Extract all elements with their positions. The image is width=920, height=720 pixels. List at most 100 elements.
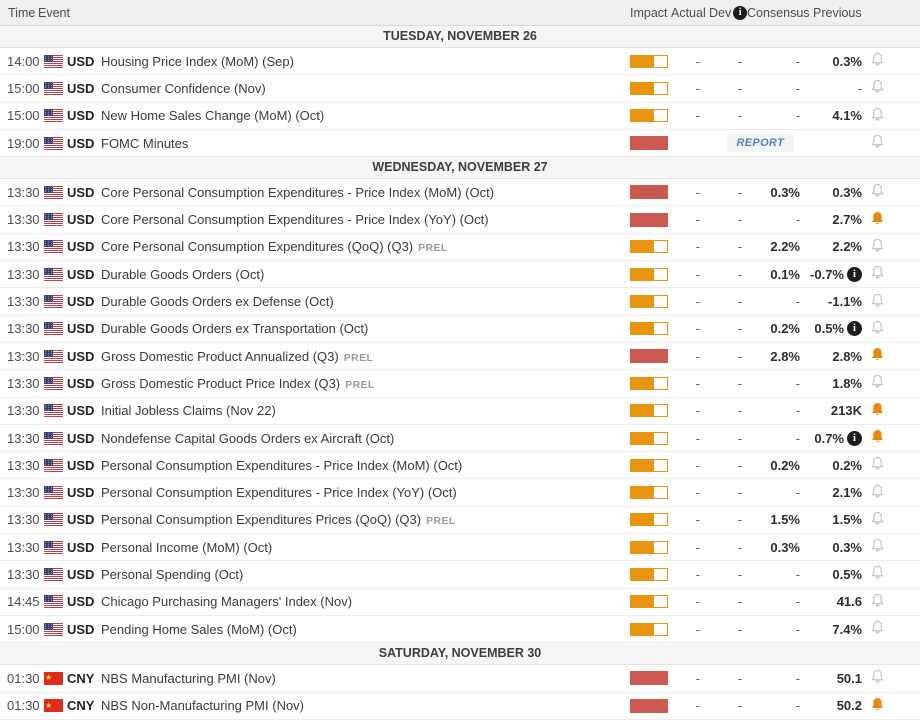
alert-bell-icon[interactable] [862, 696, 892, 716]
event-name[interactable]: Nondefense Capital Goods Orders ex Aircr… [101, 431, 630, 446]
event-row[interactable]: 01:30 CNY NBS Manufacturing PMI (Nov) - … [0, 665, 920, 692]
event-row[interactable]: 13:30 USD Core Personal Consumption Expe… [0, 234, 920, 261]
alert-bell-icon[interactable] [862, 619, 892, 639]
event-name[interactable]: Personal Consumption Expenditures - Pric… [101, 458, 630, 473]
event-name[interactable]: Initial Jobless Claims (Nov 22) [101, 403, 630, 418]
event-name[interactable]: Personal Consumption Expenditures - Pric… [101, 485, 630, 500]
date-header-label: WEDNESDAY, NOVEMBER 27 [372, 160, 547, 174]
event-row[interactable]: 13:30 USD Durable Goods Orders ex Transp… [0, 316, 920, 343]
previous-value-text: 2.2% [832, 239, 862, 254]
actual-value: - [676, 458, 700, 473]
event-name[interactable]: Gross Domestic Product Price Index (Q3)P… [101, 376, 630, 391]
event-row[interactable]: 14:45 USD Chicago Purchasing Managers' I… [0, 589, 920, 616]
alert-bell-icon[interactable] [862, 564, 892, 584]
impact-indicator [630, 55, 676, 68]
deviation-value: - [700, 622, 742, 637]
event-time: 13:30 [0, 431, 44, 446]
event-row[interactable]: 13:30 USD Personal Consumption Expenditu… [0, 507, 920, 534]
alert-bell-icon[interactable] [862, 510, 892, 530]
alert-bell-icon[interactable] [862, 592, 892, 612]
currency-flag-icon [44, 568, 67, 581]
event-name[interactable]: Durable Goods Orders (Oct) [101, 267, 630, 282]
event-row[interactable]: 13:30 USD Personal Spending (Oct) - - - … [0, 561, 920, 588]
actual-value: - [676, 185, 700, 200]
event-row[interactable]: 14:00 USD Housing Price Index (MoM) (Sep… [0, 48, 920, 75]
info-icon[interactable]: i [847, 321, 862, 336]
event-name[interactable]: Pending Home Sales (MoM) (Oct) [101, 622, 630, 637]
alert-bell-icon[interactable] [862, 264, 892, 284]
deviation-value: - [700, 458, 742, 473]
event-name[interactable]: Housing Price Index (MoM) (Sep) [101, 54, 630, 69]
event-time: 14:00 [0, 54, 44, 69]
actual-value: - [676, 212, 700, 227]
event-row[interactable]: 13:30 USD Personal Consumption Expenditu… [0, 479, 920, 506]
alert-bell-icon[interactable] [862, 78, 892, 98]
event-row[interactable]: 01:30 CNY NBS Non-Manufacturing PMI (Nov… [0, 693, 920, 720]
alert-bell-icon[interactable] [862, 668, 892, 688]
calendar-column-header: Time Event Impact Actual Dev i Consensus… [0, 0, 920, 26]
event-row[interactable]: 13:30 USD Durable Goods Orders (Oct) - -… [0, 261, 920, 288]
impact-indicator [630, 432, 676, 445]
event-time: 13:30 [0, 294, 44, 309]
event-row[interactable]: 15:00 USD Pending Home Sales (MoM) (Oct)… [0, 616, 920, 643]
previous-value: 0.3% i [800, 54, 862, 69]
alert-bell-icon[interactable] [862, 455, 892, 475]
currency-code: USD [67, 485, 101, 500]
event-row[interactable]: 15:00 USD New Home Sales Change (MoM) (O… [0, 103, 920, 130]
alert-bell-icon[interactable] [862, 292, 892, 312]
column-header-consensus: Consensus [747, 6, 810, 20]
alert-bell-icon[interactable] [862, 210, 892, 230]
alert-bell-icon[interactable] [862, 51, 892, 71]
alert-bell-icon[interactable] [862, 106, 892, 126]
prel-tag: PREL [344, 352, 374, 364]
event-row[interactable]: 13:30 USD Core Personal Consumption Expe… [0, 206, 920, 233]
event-name[interactable]: FOMC Minutes [101, 136, 630, 151]
event-row[interactable]: 13:30 USD Personal Income (MoM) (Oct) - … [0, 534, 920, 561]
event-row[interactable]: 13:30 USD Core Personal Consumption Expe… [0, 179, 920, 206]
alert-bell-icon[interactable] [862, 483, 892, 503]
event-row[interactable]: 13:30 USD Nondefense Capital Goods Order… [0, 425, 920, 452]
event-row[interactable]: 13:30 USD Initial Jobless Claims (Nov 22… [0, 398, 920, 425]
event-row[interactable]: 13:30 USD Gross Domestic Product Annuali… [0, 343, 920, 370]
info-icon[interactable]: i [847, 267, 862, 282]
event-row[interactable]: 15:00 USD Consumer Confidence (Nov) - - … [0, 75, 920, 102]
event-row[interactable]: 19:00 USD FOMC Minutes REPORT i [0, 130, 920, 157]
event-time: 13:30 [0, 376, 44, 391]
event-name[interactable]: Core Personal Consumption Expenditures -… [101, 212, 630, 227]
event-name[interactable]: Chicago Purchasing Managers' Index (Nov) [101, 594, 630, 609]
event-row[interactable]: 13:30 USD Gross Domestic Product Price I… [0, 370, 920, 397]
info-icon[interactable]: i [847, 431, 862, 446]
event-name[interactable]: Consumer Confidence (Nov) [101, 81, 630, 96]
alert-bell-icon[interactable] [862, 428, 892, 448]
alert-bell-icon[interactable] [862, 373, 892, 393]
consensus-value: - [742, 485, 800, 500]
alert-bell-icon[interactable] [862, 319, 892, 339]
event-name[interactable]: NBS Non-Manufacturing PMI (Nov) [101, 698, 630, 713]
event-row[interactable]: 13:30 USD Personal Consumption Expenditu… [0, 452, 920, 479]
info-icon[interactable]: i [733, 6, 747, 20]
event-name[interactable]: Gross Domestic Product Annualized (Q3)PR… [101, 349, 630, 364]
consensus-value: 0.2% [742, 458, 800, 473]
report-link[interactable]: REPORT [727, 134, 794, 152]
event-name[interactable]: Personal Consumption Expenditures Prices… [101, 512, 630, 527]
previous-value-text: 4.1% [832, 108, 862, 123]
alert-bell-icon[interactable] [862, 346, 892, 366]
alert-bell-icon[interactable] [862, 537, 892, 557]
event-name[interactable]: Personal Income (MoM) (Oct) [101, 540, 630, 555]
impact-indicator [630, 295, 676, 308]
previous-value: 2.8% i [800, 349, 862, 364]
event-name[interactable]: New Home Sales Change (MoM) (Oct) [101, 108, 630, 123]
event-name[interactable]: Durable Goods Orders ex Transportation (… [101, 321, 630, 336]
event-name[interactable]: NBS Manufacturing PMI (Nov) [101, 671, 630, 686]
alert-bell-icon[interactable] [862, 182, 892, 202]
event-name[interactable]: Personal Spending (Oct) [101, 567, 630, 582]
event-row[interactable]: 13:30 USD Durable Goods Orders ex Defens… [0, 288, 920, 315]
previous-value-text: 0.7% [814, 431, 844, 446]
event-name[interactable]: Durable Goods Orders ex Defense (Oct) [101, 294, 630, 309]
alert-bell-icon[interactable] [862, 133, 892, 153]
event-name[interactable]: Core Personal Consumption Expenditures -… [101, 185, 630, 200]
alert-bell-icon[interactable] [862, 401, 892, 421]
previous-value: 50.2 i [800, 698, 862, 713]
event-name[interactable]: Core Personal Consumption Expenditures (… [101, 239, 630, 254]
alert-bell-icon[interactable] [862, 237, 892, 257]
